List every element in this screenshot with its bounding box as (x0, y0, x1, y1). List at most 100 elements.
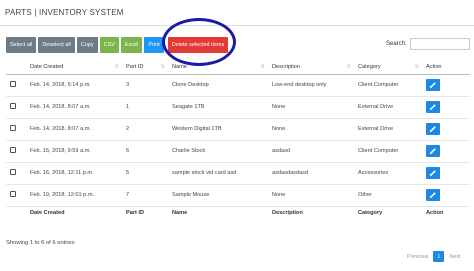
divider (0, 25, 474, 26)
deselect-all-button[interactable]: Deselect all (38, 37, 75, 53)
table-row[interactable]: Feb. 16, 2018, 12:11 p.m. 5 sample stock… (6, 162, 470, 185)
table-row[interactable]: Feb. 14, 2018, 5:14 p.m. 3 Clone Desktop… (6, 74, 470, 97)
pencil-icon (429, 170, 436, 177)
table-header-row: Date Created ⇅ Part ID ⇅ Name ⇅ Description… (6, 60, 470, 75)
page-1-button[interactable]: 1 (433, 251, 445, 262)
cell-name: Western Digital 1TB (168, 118, 268, 141)
edit-button[interactable] (426, 167, 440, 179)
pencil-icon (429, 104, 436, 111)
edit-button[interactable] (426, 79, 440, 91)
cell-name: Sample Mouse (168, 184, 268, 207)
header-action-label: Action (426, 63, 442, 70)
row-checkbox[interactable] (10, 81, 16, 87)
search-box: Search: (386, 38, 470, 50)
footer-category: Category (354, 205, 422, 219)
page-title: PARTS | INVENTORY SYSTEM (5, 8, 124, 17)
cell-part-id: 7 (122, 184, 168, 207)
header-partid-label: Part ID (126, 63, 144, 70)
cell-description: None (268, 184, 354, 207)
header-name-label: Name (172, 63, 187, 70)
cell-date: Feb. 16, 2018, 12:11 p.m. (26, 162, 122, 185)
cell-category: Other (354, 184, 422, 207)
table-info: Showing 1 to 6 of 6 entries (6, 240, 75, 246)
cell-part-id: 1 (122, 96, 168, 119)
footer-select (6, 205, 26, 219)
cell-category: Client Computer (354, 140, 422, 163)
sort-icon: ⇅ (260, 64, 265, 70)
table-row[interactable]: Feb. 15, 2018, 9:59 a.m. 6 Charlie Stock… (6, 140, 470, 163)
pencil-icon (429, 148, 436, 155)
cell-date: Feb. 14, 2018, 5:14 p.m. (26, 74, 122, 97)
table-row[interactable]: Feb. 14, 2018, 8:07 a.m. 1 Seagate 1TB N… (6, 96, 470, 119)
sort-icon: ⇅ (346, 64, 351, 70)
cell-category: External Drive (354, 96, 422, 119)
cell-description: Low-end desktop only (268, 74, 354, 97)
cell-date: Feb. 14, 2018, 8:07 a.m. (26, 96, 122, 119)
cell-date: Feb. 14, 2018, 8:07 a.m. (26, 118, 122, 141)
edit-button[interactable] (426, 123, 440, 135)
footer-date-created: Date Created (26, 205, 122, 219)
csv-button[interactable]: CSV (99, 37, 119, 53)
row-checkbox[interactable] (10, 191, 16, 197)
pagination: Previous 1 Next (407, 251, 461, 262)
header-category-label: Category (358, 63, 381, 70)
footer-action: Action (422, 205, 470, 219)
select-all-button[interactable]: Select all (6, 37, 37, 53)
pencil-icon (429, 192, 436, 199)
cell-part-id: 2 (122, 118, 168, 141)
search-label: Search: (386, 41, 407, 47)
pencil-icon (429, 126, 436, 133)
cell-date: Feb. 15, 2018, 9:59 a.m. (26, 140, 122, 163)
sort-icon: ⇅ (160, 64, 165, 70)
cell-name: Charlie Stock (168, 140, 268, 163)
header-category[interactable]: Category ⇅ (354, 60, 422, 75)
header-part-id[interactable]: Part ID ⇅ (122, 60, 168, 75)
footer-name: Name (168, 205, 268, 219)
edit-button[interactable] (426, 189, 440, 201)
footer-description: Description (268, 205, 354, 219)
export-toolbar: Select all Deselect all Copy CSV Excel P… (6, 37, 229, 53)
search-input[interactable] (409, 38, 470, 50)
previous-page-button[interactable]: Previous (407, 254, 428, 260)
table-footer-row: Date Created Part ID Name Description Ca… (6, 205, 470, 219)
pencil-icon (429, 82, 436, 89)
row-checkbox[interactable] (10, 169, 16, 175)
cell-part-id: 6 (122, 140, 168, 163)
cell-name: sample stock vid card asd (168, 162, 268, 185)
table-row[interactable]: Feb. 19, 2018, 12:01 p.m. 7 Sample Mouse… (6, 184, 470, 207)
cell-description: None (268, 118, 354, 141)
excel-button[interactable]: Excel (120, 37, 143, 53)
cell-name: Seagate 1TB (168, 96, 268, 119)
cell-category: Accessories (354, 162, 422, 185)
header-description-label: Description (272, 63, 300, 70)
copy-button[interactable]: Copy (76, 37, 98, 53)
edit-button[interactable] (426, 101, 440, 113)
row-checkbox[interactable] (10, 103, 16, 109)
header-select (6, 60, 26, 75)
table-row[interactable]: Feb. 14, 2018, 8:07 a.m. 2 Western Digit… (6, 118, 470, 141)
footer-part-id: Part ID (122, 205, 168, 219)
sort-icon: ⇅ (114, 64, 119, 70)
cell-name: Clone Desktop (168, 74, 268, 97)
header-description[interactable]: Description ⇅ (268, 60, 354, 75)
sort-icon: ⇅ (414, 64, 419, 70)
header-action: Action (422, 60, 470, 75)
header-date-label: Date Created (30, 63, 64, 70)
row-checkbox[interactable] (10, 147, 16, 153)
cell-category: External Drive (354, 118, 422, 141)
next-page-button[interactable]: Next (449, 254, 460, 260)
cell-description: asdasd (268, 140, 354, 163)
print-button[interactable]: Print (144, 37, 164, 53)
delete-selected-button[interactable]: Delete selected items (167, 37, 229, 53)
cell-part-id: 5 (122, 162, 168, 185)
header-name[interactable]: Name ⇅ (168, 60, 268, 75)
header-date-created[interactable]: Date Created ⇅ (26, 60, 122, 75)
cell-date: Feb. 19, 2018, 12:01 p.m. (26, 184, 122, 207)
cell-category: Client Computer (354, 74, 422, 97)
cell-description: None (268, 96, 354, 119)
cell-part-id: 3 (122, 74, 168, 97)
row-checkbox[interactable] (10, 125, 16, 131)
edit-button[interactable] (426, 145, 440, 157)
parts-table: Date Created ⇅ Part ID ⇅ Name ⇅ Description… (6, 60, 470, 219)
cell-description: asdasdasdasd (268, 162, 354, 185)
